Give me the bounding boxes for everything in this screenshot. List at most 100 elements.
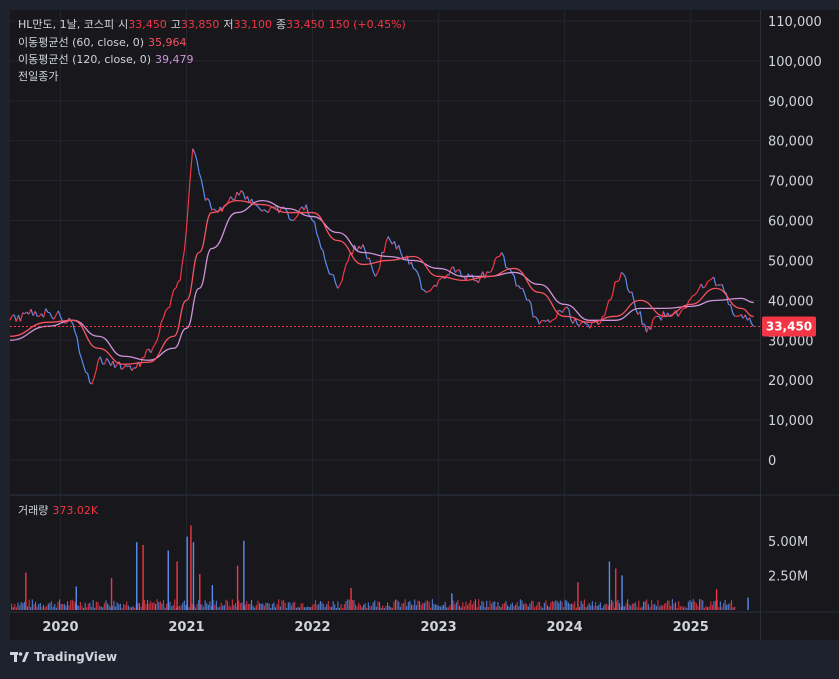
volume-bar [624, 606, 625, 610]
volume-bar [501, 607, 502, 610]
volume-bar [453, 600, 454, 610]
volume-bar [625, 603, 626, 610]
volume-bar [69, 606, 70, 610]
volume-bar [51, 601, 52, 610]
volume-bar [579, 607, 580, 610]
volume-bar [635, 602, 636, 610]
time-axis[interactable] [10, 613, 760, 640]
volume-bar [366, 608, 367, 610]
volume-bar [171, 606, 172, 610]
volume-bar [483, 602, 484, 610]
year-tick-label: 2021 [168, 620, 204, 635]
volume-bar [299, 607, 300, 610]
tradingview-logo[interactable]: TradingView [10, 650, 117, 664]
volume-bar [574, 601, 575, 610]
volume-bar [150, 601, 151, 610]
volume-bar [152, 603, 153, 610]
volume-bar [392, 608, 393, 610]
volume-bar [405, 599, 406, 610]
volume-spike [136, 542, 137, 610]
volume-bar [561, 602, 562, 610]
volume-bar [246, 601, 247, 610]
volume-pane[interactable] [10, 496, 760, 612]
volume-bar [153, 602, 154, 610]
price-tick-label: 20,000 [768, 374, 814, 389]
close-segment [682, 308, 684, 309]
close-value: 33,450 [286, 18, 325, 31]
high-value: 33,850 [181, 18, 220, 31]
price-badge: 33,450 [766, 320, 812, 334]
volume-bar [573, 604, 574, 610]
volume-bar [118, 604, 119, 610]
volume-bar [395, 599, 396, 610]
volume-bar [46, 606, 47, 610]
volume-bar [325, 607, 326, 610]
volume-bar [581, 601, 582, 610]
chart-canvas[interactable]: 110,000100,00090,00080,00070,00060,00050… [0, 0, 839, 675]
volume-bar [257, 601, 258, 610]
volume-spike [747, 598, 748, 610]
volume-spike [243, 541, 244, 610]
volume-bar [638, 601, 639, 610]
volume-bar [689, 600, 690, 610]
ma120-label: 이동평균선 (120, close, 0) [18, 53, 151, 66]
volume-bar [640, 608, 641, 610]
volume-legend[interactable]: 거래량373.02K [18, 504, 102, 518]
volume-bar [558, 603, 559, 610]
volume-bar [576, 608, 577, 610]
volume-bar [605, 604, 606, 610]
volume-bar [585, 607, 586, 610]
price-tick-label: 40,000 [768, 294, 814, 309]
volume-bar [328, 601, 329, 610]
volume-bar [379, 602, 380, 610]
volume-bar [160, 601, 161, 610]
volume-bar [705, 606, 706, 610]
volume-bar [285, 603, 286, 610]
volume-bar [315, 600, 316, 610]
volume-spike [350, 588, 351, 610]
symbol-label[interactable]: HL만도, 1날, 코스피 [18, 18, 114, 31]
ma120-legend[interactable]: 이동평균선 (120, close, 0)39,479 [18, 53, 198, 67]
prev-close-legend[interactable]: 전일종가 [18, 70, 62, 84]
volume-bar [565, 600, 566, 610]
volume-bar [216, 601, 217, 610]
volume-bar [86, 607, 87, 610]
volume-bar [539, 602, 540, 610]
volume-bar [37, 606, 38, 610]
volume-bar [321, 602, 322, 610]
volume-bar [427, 600, 428, 610]
volume-spike [199, 574, 200, 610]
volume-bar [309, 607, 310, 610]
brand-label: TradingView [34, 650, 117, 664]
volume-bar [513, 606, 514, 610]
volume-bar [454, 604, 455, 610]
volume-bar [435, 605, 436, 610]
price-pane[interactable] [10, 10, 760, 495]
volume-spike [451, 593, 452, 610]
volume-bar [373, 602, 374, 610]
volume-bar [304, 607, 305, 610]
volume-bar [269, 604, 270, 610]
volume-bar [488, 607, 489, 610]
volume-bar [126, 602, 127, 610]
volume-bar [224, 605, 225, 610]
close-segment [428, 291, 430, 292]
volume-spike [577, 582, 578, 610]
volume-bar [283, 600, 284, 610]
volume-bar [113, 601, 114, 610]
prev-close-label: 전일종가 [18, 70, 58, 83]
volume-bar [377, 601, 378, 610]
volume-bar [144, 600, 145, 610]
volume-bar [733, 607, 734, 610]
volume-bar [413, 605, 414, 610]
ma60-legend[interactable]: 이동평균선 (60, close, 0)35,964 [18, 36, 191, 50]
volume-bar [238, 601, 239, 610]
volume-bar [107, 604, 108, 610]
volume-bar [249, 604, 250, 610]
volume-bar [336, 608, 337, 610]
volume-spike [621, 575, 622, 610]
volume-bar [536, 606, 537, 610]
volume-bar [123, 604, 124, 610]
volume-bar [334, 604, 335, 610]
volume-bar [653, 605, 654, 610]
